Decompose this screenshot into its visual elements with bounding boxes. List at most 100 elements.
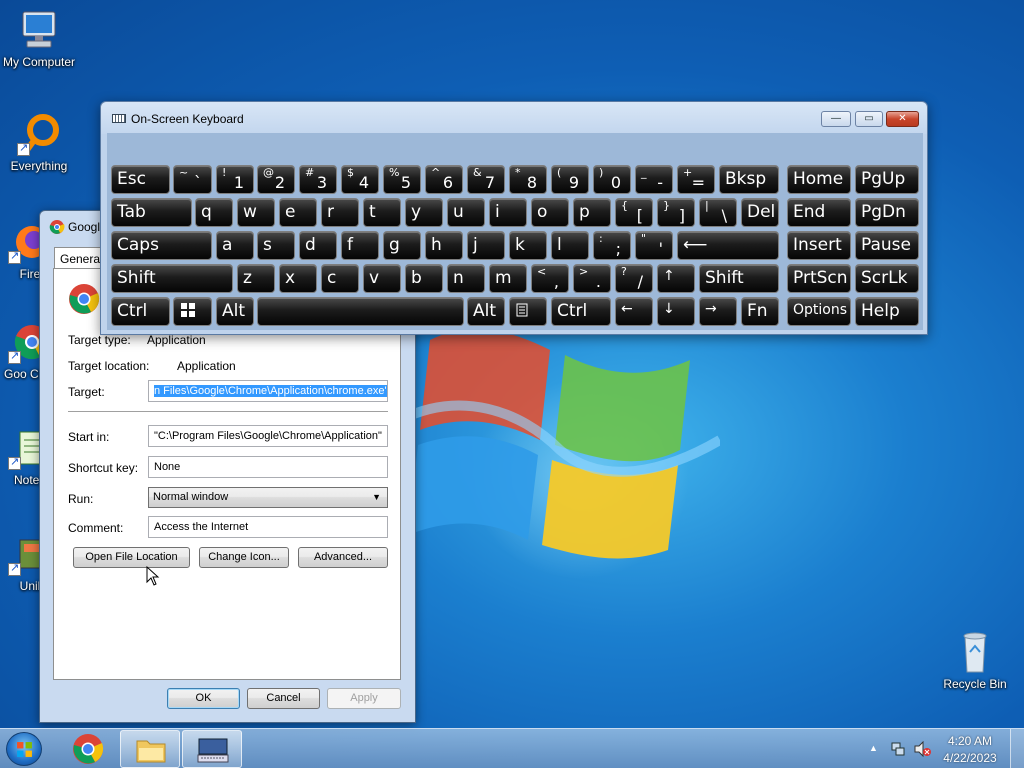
key-b[interactable]: b: [405, 264, 443, 293]
apply-button[interactable]: Apply: [327, 688, 401, 709]
key-up[interactable]: ↑: [657, 264, 695, 293]
cancel-button[interactable]: Cancel: [247, 688, 320, 709]
key-y[interactable]: y: [405, 198, 443, 227]
key-backslash[interactable]: | \: [699, 198, 737, 227]
minimize-button[interactable]: —: [821, 111, 851, 127]
key-down[interactable]: ↓: [657, 297, 695, 326]
key-period[interactable]: >.: [573, 264, 611, 293]
key-4[interactable]: $4: [341, 165, 379, 194]
volume-muted-icon[interactable]: [914, 741, 932, 757]
key-caps[interactable]: Caps: [111, 231, 212, 260]
key-z[interactable]: z: [237, 264, 275, 293]
key-q[interactable]: q: [195, 198, 233, 227]
key-minus[interactable]: _ -: [635, 165, 673, 194]
key-w[interactable]: w: [237, 198, 275, 227]
key-i[interactable]: i: [489, 198, 527, 227]
key-7[interactable]: & 7: [467, 165, 505, 194]
key-pause[interactable]: Pause: [855, 231, 919, 260]
start-button[interactable]: [6, 732, 42, 766]
key-6[interactable]: ^ 6: [425, 165, 463, 194]
taskbar-chrome[interactable]: [58, 730, 118, 768]
key-f[interactable]: f: [341, 231, 379, 260]
key-menu[interactable]: [509, 297, 547, 326]
open-file-location-button[interactable]: Open File Location: [73, 547, 190, 568]
key-2[interactable]: @2: [257, 165, 295, 194]
desktop-icon-my-computer[interactable]: My Computer: [0, 8, 78, 69]
key-3[interactable]: #3: [299, 165, 337, 194]
key-esc[interactable]: Esc: [111, 165, 170, 194]
key-ctrl[interactable]: Ctrl: [111, 297, 170, 326]
key-fn[interactable]: Fn: [741, 297, 779, 326]
key-prtscn[interactable]: PrtScn: [787, 264, 851, 293]
key-l[interactable]: l: [551, 231, 589, 260]
key-s[interactable]: s: [257, 231, 295, 260]
advanced-button[interactable]: Advanced...: [298, 547, 388, 568]
key-j[interactable]: j: [467, 231, 505, 260]
show-desktop-button[interactable]: [1010, 729, 1024, 768]
key-u[interactable]: u: [447, 198, 485, 227]
key-c[interactable]: c: [321, 264, 359, 293]
key-backspace[interactable]: Bksp: [719, 165, 779, 194]
close-button[interactable]: ✕: [886, 111, 919, 127]
comment-input[interactable]: Access the Internet: [148, 516, 388, 538]
key-h[interactable]: h: [425, 231, 463, 260]
key-left[interactable]: ←: [615, 297, 653, 326]
key-n[interactable]: n: [447, 264, 485, 293]
osk-titlebar[interactable]: On-Screen Keyboard — ▭ ✕: [101, 102, 927, 134]
key-equals[interactable]: + =: [677, 165, 715, 194]
key-space[interactable]: [257, 297, 464, 326]
key-tab[interactable]: Tab: [111, 198, 192, 227]
key-del[interactable]: Del: [741, 198, 779, 227]
key-pgdn[interactable]: PgDn: [855, 198, 919, 227]
key-left-bracket[interactable]: {[: [615, 198, 653, 227]
ok-button[interactable]: OK: [167, 688, 240, 709]
clock-date[interactable]: 4/22/2023: [940, 751, 1000, 765]
shortcut-key-input[interactable]: None: [148, 456, 388, 478]
tray-overflow-icon[interactable]: ▲: [869, 743, 878, 753]
target-input[interactable]: n Files\Google\Chrome\Application\chrome…: [148, 380, 388, 402]
key-a[interactable]: a: [216, 231, 254, 260]
key-x[interactable]: x: [279, 264, 317, 293]
run-select[interactable]: Normal window ▼: [148, 487, 388, 508]
key-enter[interactable]: ⟵: [677, 231, 779, 260]
key-g[interactable]: g: [383, 231, 421, 260]
key-windows[interactable]: [173, 297, 212, 326]
key-9[interactable]: (9: [551, 165, 589, 194]
key-k[interactable]: k: [509, 231, 547, 260]
tab-general[interactable]: General: [54, 247, 103, 269]
key-shift[interactable]: Shift: [111, 264, 233, 293]
key-home[interactable]: Home: [787, 165, 851, 194]
key-o[interactable]: o: [531, 198, 569, 227]
key-quote[interactable]: " ': [635, 231, 673, 260]
key-pgup[interactable]: PgUp: [855, 165, 919, 194]
key-v[interactable]: v: [363, 264, 401, 293]
key-8[interactable]: * 8: [509, 165, 547, 194]
key-1[interactable]: ! 1: [216, 165, 254, 194]
clock-time[interactable]: 4:20 AM: [940, 734, 1000, 748]
taskbar-osk[interactable]: [182, 730, 242, 768]
change-icon-button[interactable]: Change Icon...: [199, 547, 289, 568]
desktop-icon-everything[interactable]: Everything: [0, 112, 78, 173]
key-right-alt[interactable]: Alt: [467, 297, 505, 326]
key-slash[interactable]: ? /: [615, 264, 653, 293]
key-tilde[interactable]: ~ `: [173, 165, 212, 194]
key-end[interactable]: End: [787, 198, 851, 227]
key-e[interactable]: e: [279, 198, 317, 227]
desktop-icon-recycle-bin[interactable]: Recycle Bin: [936, 630, 1014, 691]
key-r[interactable]: r: [321, 198, 359, 227]
key-t[interactable]: t: [363, 198, 401, 227]
network-icon[interactable]: [890, 741, 906, 757]
start-in-input[interactable]: "C:\Program Files\Google\Chrome\Applicat…: [148, 425, 388, 447]
key-5[interactable]: % 5: [383, 165, 421, 194]
key-options[interactable]: Options: [787, 297, 851, 326]
key-semicolon[interactable]: :;: [593, 231, 631, 260]
key-0[interactable]: ) 0: [593, 165, 631, 194]
taskbar-explorer[interactable]: [120, 730, 180, 768]
key-p[interactable]: p: [573, 198, 611, 227]
key-right-ctrl[interactable]: Ctrl: [551, 297, 611, 326]
key-right-shift[interactable]: Shift: [699, 264, 779, 293]
key-m[interactable]: m: [489, 264, 527, 293]
key-alt[interactable]: Alt: [216, 297, 254, 326]
key-comma[interactable]: <,: [531, 264, 569, 293]
key-d[interactable]: d: [299, 231, 337, 260]
